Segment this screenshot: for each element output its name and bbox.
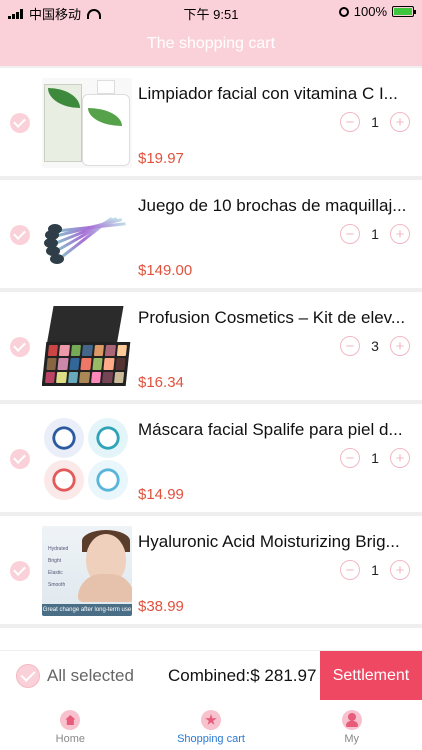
- item-price: $16.34: [138, 374, 184, 391]
- decrease-button[interactable]: −: [340, 560, 360, 580]
- increase-button[interactable]: +: [390, 448, 410, 468]
- item-checkbox[interactable]: [10, 449, 30, 469]
- face-mask-image[interactable]: [42, 414, 132, 504]
- battery-percent: 100%: [353, 4, 387, 19]
- page-header: The shopping cart: [0, 22, 422, 66]
- item-price: $149.00: [138, 262, 193, 279]
- tab-label: My: [344, 733, 360, 745]
- star-icon: [201, 710, 221, 730]
- tab-home[interactable]: Home: [0, 700, 141, 750]
- tab-shopping-cart[interactable]: Shopping cart: [141, 700, 282, 750]
- home-icon: [60, 710, 81, 730]
- settlement-button[interactable]: Settlement: [320, 651, 422, 701]
- item-checkbox[interactable]: [10, 225, 30, 245]
- quantity-value: 1: [371, 450, 379, 466]
- item-price: $19.97: [138, 150, 184, 167]
- image-label: Bright: [48, 558, 62, 564]
- quantity-stepper: − 1 +: [340, 224, 410, 244]
- item-name[interactable]: Profusion Cosmetics – Kit de elev...: [138, 308, 410, 328]
- cart-item[interactable]: Profusion Cosmetics – Kit de elev... $16…: [0, 292, 422, 400]
- cart-item[interactable]: Juego de 10 brochas de maquillaj... $149…: [0, 180, 422, 288]
- item-checkbox[interactable]: [10, 113, 30, 133]
- tab-bar: Home Shopping cart My: [0, 700, 422, 750]
- hyaluronic-serum-image[interactable]: Hydrated Bright Elastic Smooth Great cha…: [42, 526, 132, 616]
- quantity-value: 1: [371, 114, 379, 130]
- item-name[interactable]: Limpiador facial con vitamina C I...: [138, 84, 410, 104]
- eyeshadow-palette-image[interactable]: [42, 302, 132, 392]
- user-icon: [341, 710, 362, 730]
- total-label: Combined:$: [168, 666, 260, 685]
- cart-item[interactable]: Limpiador facial con vitamina C I... $19…: [0, 68, 422, 176]
- increase-button[interactable]: +: [390, 336, 410, 356]
- checkout-bar: All selected Combined:$ 281.97 Settlemen…: [0, 650, 422, 701]
- increase-button[interactable]: +: [390, 112, 410, 132]
- tab-my[interactable]: My: [281, 700, 422, 750]
- tab-label: Home: [55, 733, 85, 745]
- select-all-label[interactable]: All selected: [47, 666, 134, 686]
- select-all-checkbox[interactable]: [16, 664, 40, 688]
- item-name[interactable]: Juego de 10 brochas de maquillaj...: [138, 196, 410, 216]
- image-caption: Great change after long-term use: [42, 604, 132, 616]
- decrease-button[interactable]: −: [340, 336, 360, 356]
- cleanser-bottle-image[interactable]: [42, 78, 132, 168]
- image-label: Hydrated: [48, 546, 69, 552]
- increase-button[interactable]: +: [390, 560, 410, 580]
- decrease-button[interactable]: −: [340, 112, 360, 132]
- item-checkbox[interactable]: [10, 337, 30, 357]
- image-label: Smooth: [48, 582, 66, 588]
- cart-list[interactable]: Limpiador facial con vitamina C I... $19…: [0, 68, 422, 650]
- cart-item-partial[interactable]: [0, 628, 422, 650]
- status-right: 100%: [338, 4, 416, 19]
- total-value: 281.97: [264, 666, 317, 685]
- decrease-button[interactable]: −: [340, 224, 360, 244]
- quantity-stepper: − 1 +: [340, 112, 410, 132]
- item-price: $14.99: [138, 486, 184, 503]
- decrease-button[interactable]: −: [340, 448, 360, 468]
- quantity-value: 1: [371, 226, 379, 242]
- quantity-stepper: − 3 +: [340, 336, 410, 356]
- status-bar: 中国移动 下午 9:51 100%: [0, 0, 422, 22]
- battery-icon: [392, 6, 416, 17]
- makeup-brushes-image[interactable]: [42, 190, 132, 280]
- page-title: The shopping cart: [146, 35, 276, 52]
- cart-item[interactable]: Hydrated Bright Elastic Smooth Great cha…: [0, 516, 422, 624]
- rotation-lock-icon: [338, 6, 349, 17]
- tab-label: Shopping cart: [177, 733, 245, 745]
- increase-button[interactable]: +: [390, 224, 410, 244]
- total-amount: Combined:$ 281.97: [168, 666, 316, 686]
- quantity-stepper: − 1 +: [340, 448, 410, 468]
- cart-item[interactable]: Máscara facial Spalife para piel d... $1…: [0, 404, 422, 512]
- quantity-value: 1: [371, 562, 379, 578]
- image-label: Elastic: [48, 570, 63, 576]
- item-name[interactable]: Hyaluronic Acid Moisturizing Brig...: [138, 532, 410, 552]
- item-price: $38.99: [138, 598, 184, 615]
- quantity-value: 3: [371, 338, 379, 354]
- item-checkbox[interactable]: [10, 561, 30, 581]
- item-name[interactable]: Máscara facial Spalife para piel d...: [138, 420, 410, 440]
- quantity-stepper: − 1 +: [340, 560, 410, 580]
